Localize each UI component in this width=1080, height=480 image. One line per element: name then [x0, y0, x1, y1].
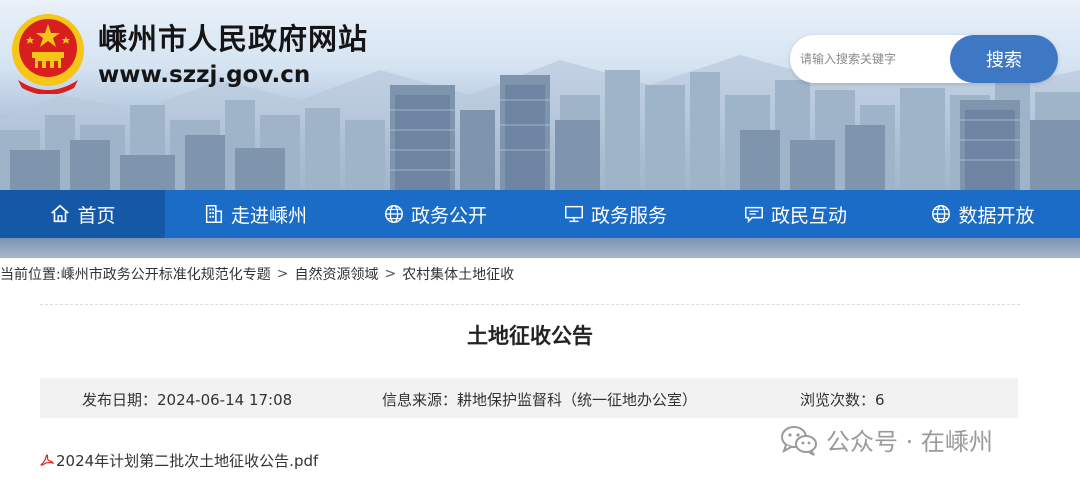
globe-icon [385, 205, 403, 223]
nav-item-label: 首页 [77, 204, 116, 227]
publish-date: 发布日期：2024-06-14 17:08 [82, 391, 293, 409]
building-icon [205, 205, 223, 223]
breadcrumb-prefix: 当前位置: [0, 267, 61, 283]
globe-icon [932, 205, 951, 223]
article-meta-bar: 发布日期：2024-06-14 17:08 信息来源：耕地保护监督科（统一征地办… [40, 378, 1018, 418]
site-title: 嵊州市人民政府网站 [98, 22, 369, 56]
nav-item-label: 走进嵊州 [230, 204, 307, 227]
nav-item-label: 政务公开 [410, 204, 487, 227]
search-box: 搜索 [790, 35, 1058, 83]
nav-item-home[interactable]: 首页 [0, 190, 165, 238]
article-title: 土地征收公告 [467, 324, 593, 348]
attachment-link[interactable]: 2024年计划第二批次土地征收公告.pdf [40, 450, 318, 471]
breadcrumb-link[interactable]: 自然资源领域 [294, 264, 378, 284]
breadcrumb-link[interactable]: 农村集体土地征收 [402, 264, 514, 284]
monitor-icon [565, 205, 583, 223]
nav-item-interaction[interactable]: 政民互动 [705, 190, 885, 238]
divider [40, 304, 1020, 305]
search-button[interactable]: 搜索 [950, 35, 1058, 83]
wechat-icon [781, 425, 817, 456]
nav-item-gov-affairs-open[interactable]: 政务公开 [345, 190, 525, 238]
nav-item-gov-services[interactable]: 政务服务 [525, 190, 705, 238]
main-nav: 首页 走进嵊州 政务公开 政务服务 政民互动 数据开放 [0, 190, 1080, 238]
pdf-icon [40, 453, 54, 466]
article-content: 土地征收公告 发布日期：2024-06-14 17:08 信息来源：耕地保护监督… [0, 290, 1080, 480]
nav-item-label: 政务服务 [590, 204, 667, 227]
watermark-text: 公众号 · 在嵊州 [826, 428, 993, 456]
national-emblem-logo [12, 14, 84, 94]
wechat-watermark: 公众号 · 在嵊州 [780, 422, 993, 457]
info-source: 信息来源：耕地保护监督科（统一征地办公室） [382, 391, 698, 409]
nav-item-open-data[interactable]: 数据开放 [885, 190, 1080, 238]
chat-icon [745, 206, 763, 224]
breadcrumb-separator: > [384, 266, 397, 282]
search-input[interactable] [800, 43, 940, 75]
banner-bottom-strip [0, 238, 1080, 258]
site-url[interactable]: www.szzj.gov.cn [98, 62, 310, 88]
breadcrumb-separator: > [276, 266, 289, 282]
nav-item-about[interactable]: 走进嵊州 [165, 190, 345, 238]
view-count: 浏览次数：6 [800, 391, 885, 409]
home-icon [51, 204, 70, 223]
header-banner: 嵊州市人民政府网站 www.szzj.gov.cn 搜索 [0, 0, 1080, 190]
attachment-filename: 2024年计划第二批次土地征收公告.pdf [56, 452, 319, 470]
breadcrumb: 当前位置: 嵊州市政务公开标准化规范化专题 > 自然资源领域 > 农村集体土地征… [0, 258, 1080, 290]
nav-item-label: 数据开放 [958, 204, 1035, 227]
breadcrumb-link[interactable]: 嵊州市政务公开标准化规范化专题 [61, 264, 271, 284]
nav-item-label: 政民互动 [770, 204, 847, 227]
